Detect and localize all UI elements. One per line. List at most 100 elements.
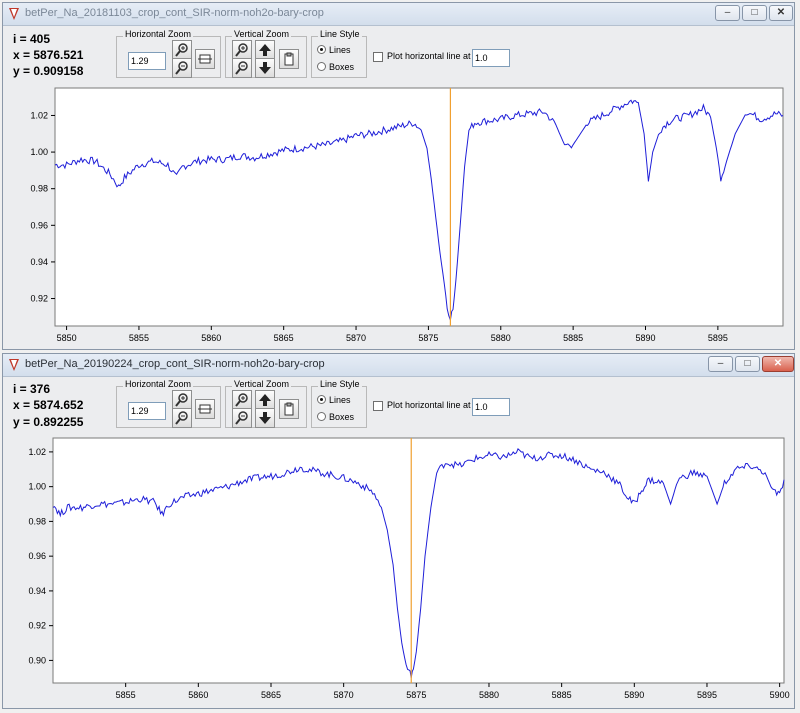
radio-dot [317,412,326,421]
x-tick-label: 5860 [188,690,208,700]
y-tick-label: 0.96 [30,220,48,230]
x-tick-label: 5855 [129,333,149,343]
hline-label: Plot horizontal line at y = [387,400,471,410]
radio-lines[interactable]: Lines [317,395,351,405]
h-zoom-in-button[interactable] [172,40,192,60]
y-tick-label: 0.90 [28,655,46,665]
x-tick-label: 5885 [552,690,572,700]
h-fit-button[interactable] [195,49,215,69]
arrow-down-icon [259,62,271,74]
radio-boxes[interactable]: Boxes [317,412,354,422]
x-tick-label: 5890 [624,690,644,700]
shift-down-button[interactable] [255,408,275,428]
arrow-up-icon [259,394,271,406]
vertical-zoom-label: Vertical Zoom [232,379,292,389]
spectrum-chart[interactable]: 0.90 0.92 0.94 0.96 0.98 1.00 1.02 5855 5860 5865… [3,436,794,708]
v-fit-button[interactable] [279,49,299,69]
v-zoom-out-button[interactable] [232,58,252,78]
vertical-zoom-label: Vertical Zoom [232,29,292,39]
radio-boxes[interactable]: Boxes [317,62,354,72]
window-title: betPer_Na_20181103_crop_cont_SIR-norm-no… [25,7,324,19]
y-tick-label: 1.02 [28,447,46,457]
hline-input[interactable]: 1.0 [472,398,510,416]
zoom-out-icon [175,411,188,425]
spectrum-plot[interactable]: 0.92 0.94 0.96 0.98 1.00 1.02 5850 5855 5860 5865… [3,86,794,353]
horizontal-zoom-group: Horizontal Zoom 1.29 [116,29,221,78]
shift-up-button[interactable] [255,390,275,410]
v-fit-button[interactable] [279,399,299,419]
x-readout: x = 5874.652 [13,398,84,412]
hline-checkbox[interactable] [373,401,383,411]
zoom-out-icon [235,411,248,425]
maximize-button[interactable]: □ [742,5,767,21]
horizontal-zoom-input[interactable]: 1.29 [128,402,166,420]
plot-area[interactable] [52,437,785,684]
radio-lines-label: Lines [329,395,351,405]
app-logo-icon [9,359,19,371]
y-tick-label: 0.92 [28,621,46,631]
v-zoom-in-button[interactable] [232,40,252,60]
spectrum-chart[interactable]: 0.92 0.94 0.96 0.98 1.00 1.02 5850 5855 5860 5865… [3,86,794,348]
zoom-in-icon [175,393,188,407]
radio-lines[interactable]: Lines [317,45,351,55]
x-tick-label: 5900 [770,690,790,700]
minimize-button[interactable]: – [715,5,740,21]
arrow-down-icon [259,412,271,424]
shift-up-button[interactable] [255,40,275,60]
spectrum-window-1: betPer_Na_20181103_crop_cont_SIR-norm-no… [2,2,795,350]
horizontal-zoom-input[interactable]: 1.29 [128,52,166,70]
v-zoom-in-button[interactable] [232,390,252,410]
title-bar[interactable]: betPer_Na_20181103_crop_cont_SIR-norm-no… [3,3,794,26]
x-tick-label: 5895 [708,333,728,343]
h-zoom-out-button[interactable] [172,58,192,78]
vertical-zoom-group: Vertical Zoom [225,29,307,78]
app-logo-icon [9,8,19,20]
line-style-group: Line Style Lines Boxes [311,29,367,78]
y-tick-label: 1.00 [30,147,48,157]
radio-boxes-label: Boxes [329,62,355,72]
x-tick-label: 5855 [116,690,136,700]
radio-lines-label: Lines [329,45,351,55]
horizontal-zoom-label: Horizontal Zoom [123,379,194,389]
y-tick-label: 0.98 [30,184,48,194]
line-style-label: Line Style [318,379,362,389]
hline-input[interactable]: 1.0 [472,49,510,67]
index-readout: i = 405 [13,32,51,46]
x-tick-label: 5890 [635,333,655,343]
x-tick-label: 5885 [563,333,583,343]
shift-down-button[interactable] [255,58,275,78]
line-style-group: Line Style Lines Boxes [311,379,367,428]
h-fit-button[interactable] [195,399,215,419]
h-zoom-out-button[interactable] [172,408,192,428]
vertical-zoom-group: Vertical Zoom [225,379,307,428]
x-readout: x = 5876.521 [13,48,84,62]
radio-dot [317,395,326,404]
y-tick-label: 0.98 [28,516,46,526]
x-tick-label: 5850 [57,333,77,343]
y-tick-label: 0.94 [30,257,48,267]
arrow-up-icon [259,44,271,56]
window-title: betPer_Na_20190224_crop_cont_SIR-norm-no… [25,358,325,370]
y-tick-label: 0.94 [28,586,46,596]
close-button[interactable]: ✕ [762,356,794,372]
zoom-in-icon [175,43,188,57]
radio-boxes-label: Boxes [329,412,355,422]
y-tick-label: 0.96 [28,551,46,561]
close-button[interactable]: ✕ [769,5,793,21]
minimize-button[interactable]: – [708,356,733,372]
hline-checkbox[interactable] [373,52,383,62]
x-tick-label: 5880 [491,333,511,343]
zoom-out-icon [235,61,248,75]
h-zoom-in-button[interactable] [172,390,192,410]
x-tick-label: 5870 [346,333,366,343]
v-zoom-out-button[interactable] [232,408,252,428]
plot-area[interactable] [54,87,784,327]
fit-width-icon [198,54,212,64]
index-readout: i = 376 [13,382,51,396]
maximize-button[interactable]: □ [735,356,760,372]
spectrum-plot[interactable]: 0.90 0.92 0.94 0.96 0.98 1.00 1.02 5855 5860 5865… [3,436,794,713]
y-readout: y = 0.909158 [13,64,84,78]
spectrum-window-2: betPer_Na_20190224_crop_cont_SIR-norm-no… [2,353,795,709]
line-style-label: Line Style [318,29,362,39]
title-bar[interactable]: betPer_Na_20190224_crop_cont_SIR-norm-no… [3,354,794,377]
